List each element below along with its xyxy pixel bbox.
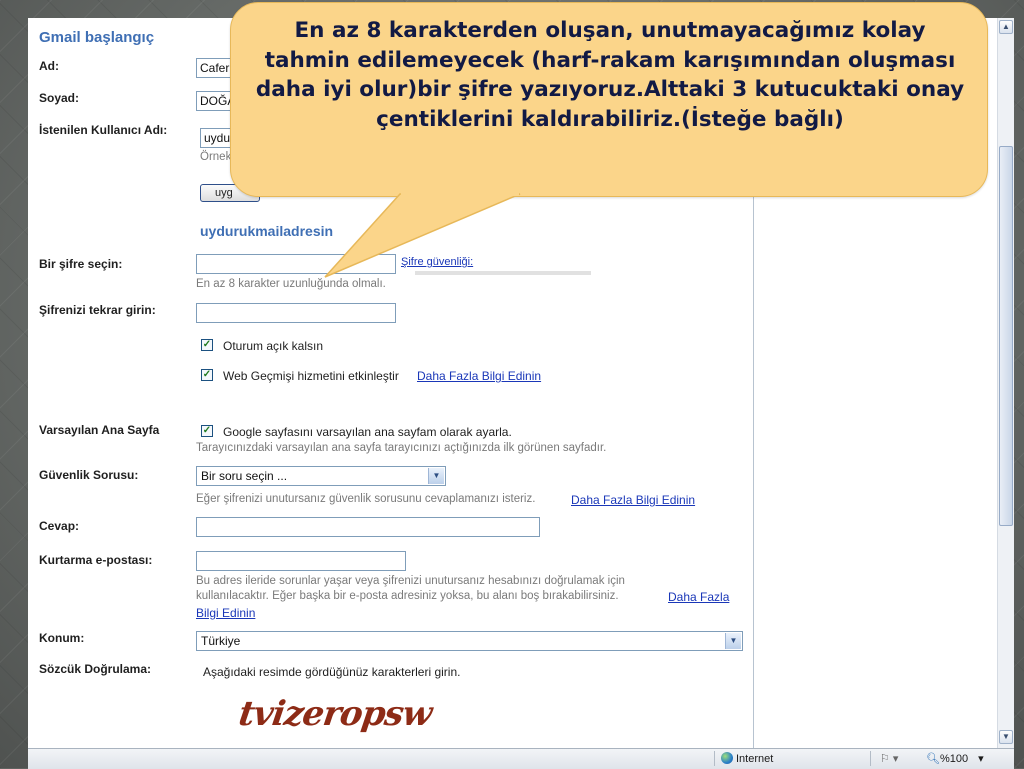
security-question-hint: Eğer şifrenizi unutursanız güvenlik soru… [196,493,536,505]
recovery-email-hint-line1: Bu adres ileride sorunlar yaşar veya şif… [196,575,625,587]
answer-field[interactable] [196,517,540,537]
chevron-down-icon: ▼ [725,633,741,649]
word-verification-label: Sözcük Doğrulama: [39,662,152,676]
protected-mode-icon[interactable]: ⚐ ▾ [880,752,898,766]
status-bar: Internet ⚐ ▾ 🔍︎%100 ▾ [28,748,1014,769]
status-separator [714,751,715,766]
stay-signed-in-label: Oturum açık kalsın [223,339,324,353]
security-question-learn-more-link[interactable]: Daha Fazla Bilgi Edinin [571,493,695,507]
stay-signed-in-checkbox[interactable]: ✓ [201,339,213,351]
password-confirm-field[interactable] [196,303,396,323]
location-label: Konum: [39,631,85,645]
callout-text: En az 8 karakterden oluşan, unutmayacağı… [255,18,965,132]
status-separator [870,751,871,766]
chevron-down-icon: ▾ [978,753,984,765]
security-question-label: Güvenlik Sorusu: [39,468,139,482]
security-question-selected: Bir soru seçin ... [201,469,288,483]
default-homepage-label: Varsayılan Ana Sayfa [39,423,160,437]
default-homepage-checkbox[interactable]: ✓ [201,425,213,437]
recovery-email-field[interactable] [196,551,406,571]
zoom-icon: 🔍︎ [926,753,940,765]
globe-icon [721,752,733,764]
zoom-level: %100 [939,753,969,765]
recovery-email-learn-more-link-b[interactable]: Bilgi Edinin [196,606,255,620]
internet-zone: Internet [721,752,773,766]
scroll-down-icon[interactable]: ▼ [999,730,1013,744]
web-history-label: Web Geçmişi hizmetini etkinleştir [223,369,399,383]
recovery-email-learn-more-link-a[interactable]: Daha Fazla [668,590,729,604]
web-history-checkbox[interactable]: ✓ [201,369,213,381]
answer-label: Cevap: [39,519,80,533]
zoom-control[interactable]: 🔍︎%100 ▾ [926,752,984,766]
location-selected: Türkiye [201,634,241,648]
chevron-down-icon: ▼ [428,468,444,484]
recovery-email-label: Kurtarma e-postası: [39,553,153,567]
internet-zone-label: Internet [736,753,774,765]
captcha-image: tvizeropsw [236,694,434,734]
password-confirm-label: Şifrenizi tekrar girin: [39,303,156,317]
recovery-email-hint-line2: kullanılacaktır. Eğer başka bir e-posta … [196,590,619,602]
word-verification-instruction: Aşağıdaki resimde gördüğünüz karakterler… [203,665,461,679]
default-homepage-option: Google sayfasını varsayılan ana sayfam o… [223,425,512,439]
security-question-select[interactable]: Bir soru seçin ... ▼ [196,466,446,486]
location-select[interactable]: Türkiye ▼ [196,631,743,651]
default-homepage-hint: Tarayıcınızdaki varsayılan ana sayfa tar… [196,442,607,454]
web-history-learn-more-link[interactable]: Daha Fazla Bilgi Edinin [417,369,541,383]
